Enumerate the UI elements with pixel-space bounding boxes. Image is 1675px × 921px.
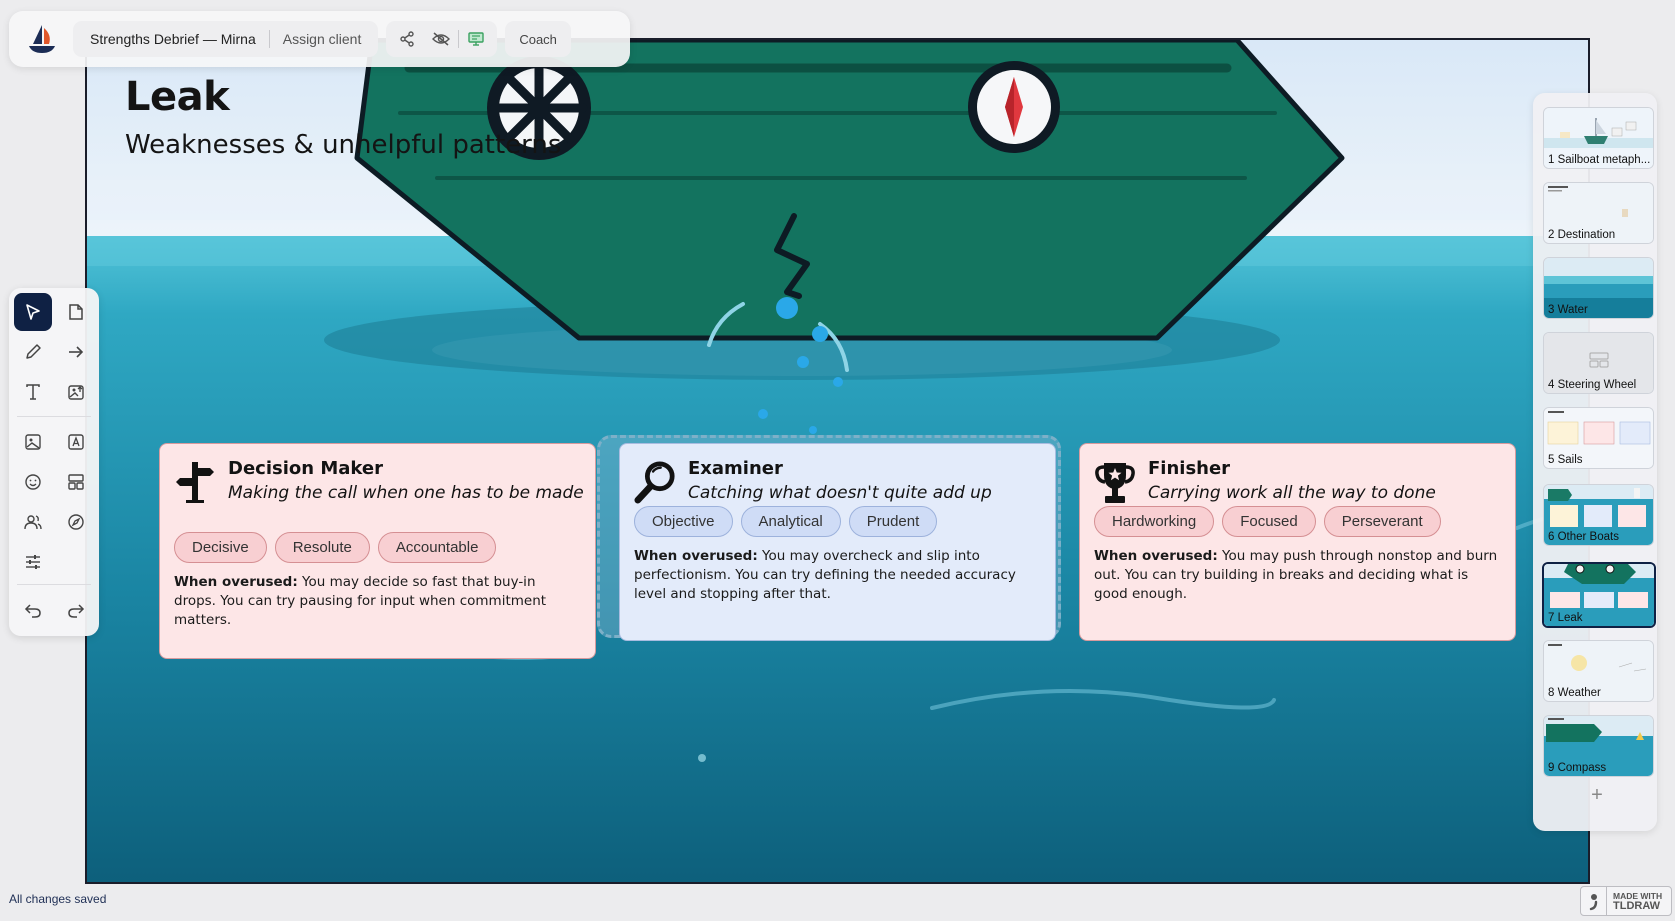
- document-controls: Strengths Debrief — Mirna Assign client: [73, 21, 379, 57]
- slide-thumbnail[interactable]: 3 Water: [1543, 257, 1654, 319]
- overuse-note: When overused: You may overcheck and sli…: [634, 547, 1041, 604]
- strength-card-finisher[interactable]: Finisher Carrying work all the way to do…: [1079, 443, 1516, 641]
- strength-chip[interactable]: Objective: [634, 506, 733, 537]
- strength-chip[interactable]: Prudent: [848, 506, 938, 537]
- made-with-tldraw-badge[interactable]: MADE WITH TLDRAW: [1580, 886, 1672, 916]
- strength-chip[interactable]: Focused: [1222, 506, 1316, 537]
- signpost-icon: [174, 458, 216, 506]
- slide-thumbnail-label: 6 Other Boats: [1548, 531, 1619, 543]
- chip-list: Hardworking Focused Perseverant: [1094, 506, 1501, 537]
- slide-thumbnail-label: 2 Destination: [1548, 229, 1616, 241]
- slide-thumbnail[interactable]: 6 Other Boats: [1543, 484, 1654, 546]
- chip-list: Objective Analytical Prudent: [634, 506, 1041, 537]
- people-tool[interactable]: [14, 503, 52, 541]
- strength-chip[interactable]: Perseverant: [1323, 506, 1441, 537]
- slide-title: Leak: [125, 74, 230, 120]
- settings-tool[interactable]: [14, 543, 52, 581]
- share-icon[interactable]: [390, 23, 424, 55]
- slide-thumbnail-active[interactable]: 7 Leak: [1542, 562, 1656, 628]
- app-root: Leak Weaknesses & unhelpful patterns Dec…: [0, 0, 1675, 921]
- slide-thumbnail-label: 9 Compass: [1548, 762, 1607, 774]
- slide-thumbnail[interactable]: 1 Sailboat metaph...: [1543, 107, 1654, 169]
- slides-panel: 1 Sailboat metaph... 2 Destination 3 Wat…: [1533, 93, 1657, 831]
- draw-tool[interactable]: [14, 333, 52, 371]
- tldraw-logo-icon: [1581, 887, 1607, 915]
- chip-list: Decisive Resolute Accountable: [174, 532, 581, 563]
- slide-thumbnail-label: 5 Sails: [1548, 454, 1583, 466]
- image-upload-tool[interactable]: [57, 373, 95, 411]
- overuse-label: When overused:: [1094, 548, 1218, 564]
- slide-thumbnail-label: 3 Water: [1548, 304, 1588, 316]
- strength-card-decision-maker[interactable]: Decision Maker Making the call when one …: [159, 443, 596, 659]
- slide-thumbnail[interactable]: 5 Sails: [1543, 407, 1654, 469]
- trophy-icon: [1094, 458, 1136, 506]
- card-title: Finisher: [1148, 458, 1231, 479]
- card-tagline: Catching what doesn't quite add up: [688, 483, 992, 503]
- assign-client-button[interactable]: Assign client: [270, 23, 375, 55]
- slide-thumbnail-label: 1 Sailboat metaph...: [1548, 154, 1651, 166]
- tool-palette: [9, 288, 99, 636]
- undo-button[interactable]: [14, 591, 52, 629]
- card-title: Examiner: [688, 458, 783, 479]
- slide-thumbnail[interactable]: 8 Weather: [1543, 640, 1654, 702]
- text-tool[interactable]: [14, 373, 52, 411]
- strength-chip[interactable]: Analytical: [740, 506, 841, 537]
- overuse-label: When overused:: [174, 574, 298, 590]
- card-tagline: Carrying work all the way to done: [1148, 483, 1436, 503]
- present-icon[interactable]: [459, 23, 493, 55]
- slide-thumbnail-label: 7 Leak: [1548, 612, 1583, 624]
- slide-thumbnail[interactable]: 4 Steering Wheel: [1543, 332, 1654, 394]
- tool-divider: [17, 416, 91, 417]
- slide-thumbnail-label: 4 Steering Wheel: [1548, 379, 1637, 391]
- slide-canvas[interactable]: Leak Weaknesses & unhelpful patterns Dec…: [85, 38, 1590, 884]
- layout-tool[interactable]: [57, 463, 95, 501]
- coach-mode-button[interactable]: Coach: [505, 21, 571, 57]
- note-tool[interactable]: [57, 293, 95, 331]
- document-title[interactable]: Strengths Debrief — Mirna: [77, 23, 269, 55]
- strength-chip[interactable]: Decisive: [174, 532, 267, 563]
- hide-icon[interactable]: [424, 23, 458, 55]
- tool-divider: [17, 584, 91, 585]
- overuse-note: When overused: You may push through nons…: [1094, 547, 1501, 604]
- app-logo[interactable]: [19, 16, 65, 62]
- add-slide-button[interactable]: +: [1585, 783, 1609, 807]
- sticker-tool[interactable]: [14, 463, 52, 501]
- arrow-tool[interactable]: [57, 333, 95, 371]
- made-with-brand: TLDRAW: [1613, 900, 1661, 912]
- slide-thumbnail[interactable]: 2 Destination: [1543, 182, 1654, 244]
- slide-subtitle: Weaknesses & unhelpful patterns: [125, 130, 562, 160]
- redo-button[interactable]: [57, 591, 95, 629]
- overuse-label: When overused:: [634, 548, 758, 564]
- save-status: All changes saved: [9, 892, 107, 906]
- made-with-text: MADE WITH TLDRAW: [1607, 891, 1662, 912]
- overuse-note: When overused: You may decide so fast th…: [174, 573, 581, 630]
- magnifier-icon: [634, 458, 676, 506]
- strength-chip[interactable]: Hardworking: [1094, 506, 1215, 537]
- view-controls: [386, 21, 498, 57]
- select-tool[interactable]: [14, 293, 52, 331]
- text-box-tool[interactable]: [57, 423, 95, 461]
- slide-thumbnail-label: 8 Weather: [1548, 687, 1601, 699]
- strength-chip[interactable]: Resolute: [274, 532, 370, 563]
- card-tagline: Making the call when one has to be made: [228, 483, 584, 503]
- strength-card-examiner[interactable]: Examiner Catching what doesn't quite add…: [619, 443, 1056, 641]
- top-bar: Strengths Debrief — Mirna Assign client …: [9, 11, 630, 67]
- strength-chip[interactable]: Accountable: [377, 532, 497, 563]
- compass-tool[interactable]: [57, 503, 95, 541]
- image-tool[interactable]: [14, 423, 52, 461]
- slide-thumbnail[interactable]: 9 Compass: [1543, 715, 1654, 777]
- card-title: Decision Maker: [228, 458, 383, 479]
